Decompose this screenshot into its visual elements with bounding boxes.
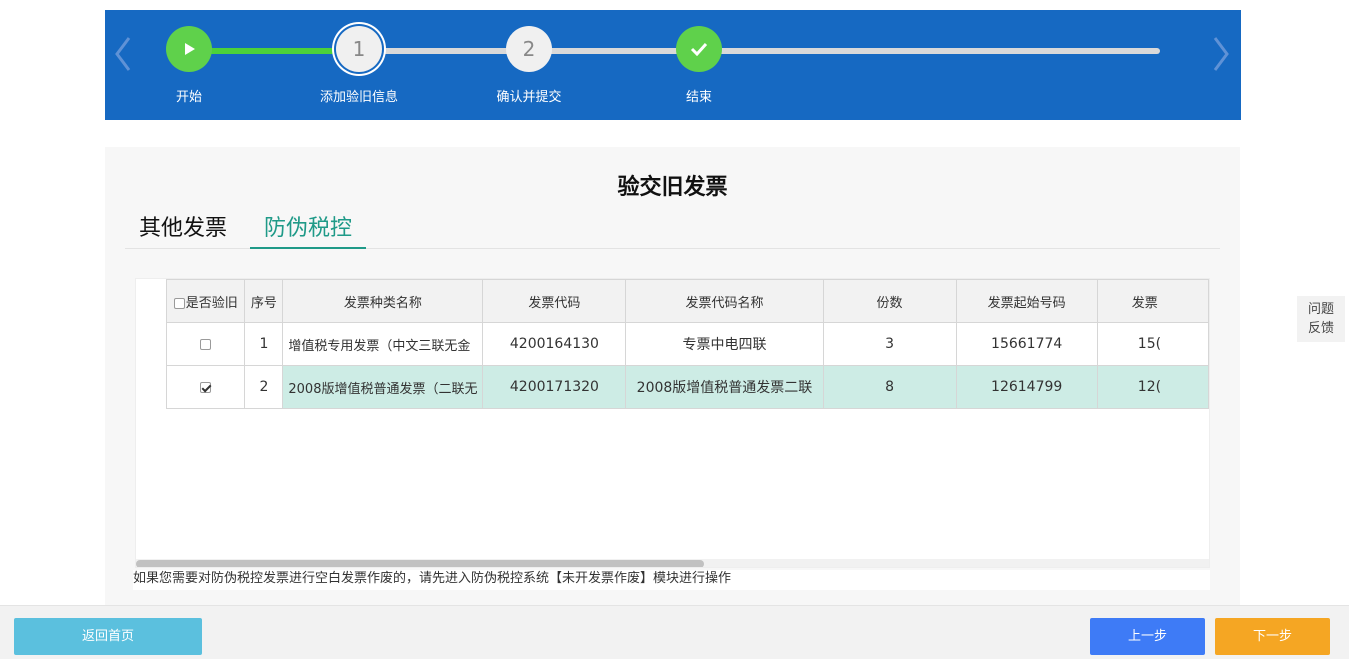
cell-no: 1: [244, 322, 284, 366]
feedback-button[interactable]: 问题 反馈: [1297, 296, 1345, 342]
row-checkbox-cell: [165, 322, 246, 366]
feedback-label-line1: 问题: [1307, 302, 1334, 317]
cell-code-name: 2008版增值税普通发票二联: [625, 365, 824, 409]
invoice-table: 是否验旧 序号 发票种类名称 发票代码 发票代码名称 份数 发票起始号码 发票 …: [165, 279, 1209, 409]
step-label: 确认并提交: [496, 90, 562, 105]
tab-anti-counterfeit[interactable]: 防伪税控: [250, 213, 367, 249]
step-confirm: 2 确认并提交: [469, 26, 589, 105]
horizontal-scrollbar[interactable]: [136, 559, 1209, 567]
table-header-row: 是否验旧 序号 发票种类名称 发票代码 发票代码名称 份数 发票起始号码 发票: [165, 279, 1209, 323]
step-number: 2: [506, 26, 552, 72]
row-checkbox-cell: [165, 365, 246, 409]
previous-step-button[interactable]: 上一步: [1090, 618, 1205, 655]
table-row[interactable]: 1 增值税专用发票（中文三联无金 4200164130 专票中电四联 3 156…: [165, 322, 1209, 366]
column-header-code: 发票代码: [482, 279, 627, 323]
column-header-verify: 是否验旧: [165, 279, 246, 323]
cell-code-name: 专票中电四联: [625, 322, 824, 366]
back-home-button[interactable]: 返回首页: [14, 618, 202, 655]
step-add-info: 1 添加验旧信息: [299, 26, 419, 105]
step-end: 结束: [639, 26, 759, 105]
column-header-start-no: 发票起始号码: [955, 279, 1098, 323]
table-row[interactable]: 2 2008版增值税普通发票（二联无 4200171320 2008版增值税普通…: [165, 365, 1209, 409]
tab-other-invoices[interactable]: 其他发票: [125, 213, 241, 249]
cell-no: 2: [244, 365, 284, 409]
cell-count: 8: [822, 365, 957, 409]
step-label: 添加验旧信息: [319, 90, 398, 105]
play-icon: [166, 26, 212, 72]
step-label: 结束: [685, 90, 712, 105]
cell-type-name: 增值税专用发票（中文三联无金: [282, 322, 484, 366]
cell-code: 4200171320: [482, 365, 627, 409]
scrollbar-thumb[interactable]: [136, 560, 704, 567]
cell-code: 4200164130: [482, 322, 627, 366]
hint-text: 如果您需要对防伪税控发票进行空白发票作废的，请先进入防伪税控系统【未开发票作废】…: [133, 570, 1210, 590]
main-panel: 验交旧发票 其他发票 防伪税控 是否验旧 序号 发票种类名称 发票代码 发票代码…: [105, 147, 1240, 605]
row-checkbox[interactable]: [200, 381, 212, 393]
page-title: 验交旧发票: [617, 175, 728, 200]
row-checkbox[interactable]: [200, 338, 212, 350]
cell-count: 3: [822, 322, 957, 366]
column-header-code-name: 发票代码名称: [625, 279, 824, 323]
column-header-end-no: 发票: [1096, 279, 1209, 323]
column-header-type-name: 发票种类名称: [282, 279, 484, 323]
step-label: 开始: [175, 90, 202, 105]
step-number: 1: [336, 26, 382, 72]
wizard-stepper: 开始 1 添加验旧信息 2 确认并提交 结束: [105, 10, 1241, 120]
select-all-checkbox[interactable]: [173, 297, 185, 309]
tab-bar: 其他发票 防伪税控: [125, 213, 1220, 249]
cell-start-no: 12614799: [955, 365, 1098, 409]
invoice-table-container: 是否验旧 序号 发票种类名称 发票代码 发票代码名称 份数 发票起始号码 发票 …: [135, 278, 1210, 568]
column-header-no: 序号: [244, 279, 284, 323]
check-icon: [676, 26, 722, 72]
cell-start-no: 15661774: [955, 322, 1098, 366]
next-step-button[interactable]: 下一步: [1215, 618, 1330, 655]
cell-end-no: 15(: [1096, 322, 1209, 366]
cell-end-no: 12(: [1096, 365, 1209, 409]
feedback-label-line2: 反馈: [1307, 321, 1334, 336]
column-header-count: 份数: [822, 279, 957, 323]
column-header-label: 是否验旧: [185, 295, 238, 311]
footer-bar: 返回首页 上一步 下一步: [0, 605, 1349, 659]
cell-type-name: 2008版增值税普通发票（二联无: [282, 365, 484, 409]
step-start: 开始: [129, 26, 249, 105]
next-arrow-icon[interactable]: [1211, 34, 1231, 74]
